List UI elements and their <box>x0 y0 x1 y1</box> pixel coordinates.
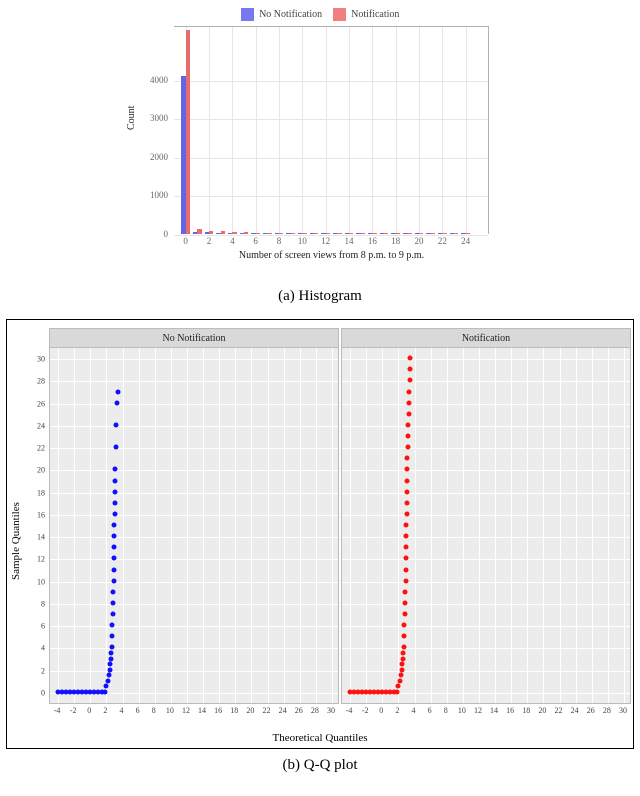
qq-point <box>403 556 408 561</box>
facet-strip-right: Notification <box>341 328 631 348</box>
histogram-legend: No Notification Notification <box>6 8 634 21</box>
qq-point <box>401 650 406 655</box>
qq-point <box>407 400 412 405</box>
qq-point <box>113 445 118 450</box>
qq-caption: (b) Q-Q plot <box>6 757 634 774</box>
qq-point <box>396 684 401 689</box>
qq-point <box>404 534 409 539</box>
qq-xticks-left: -4-2024681012141618202224262830 <box>49 704 339 722</box>
qq-point <box>401 645 406 650</box>
qq-point <box>407 389 412 394</box>
qq-point <box>110 634 115 639</box>
qq-point <box>112 545 117 550</box>
qq-point <box>111 567 116 572</box>
figure-qq: Sample Quantiles 02468101214161820222426… <box>6 319 634 774</box>
qq-point <box>404 511 409 516</box>
qq-point <box>394 689 399 694</box>
qq-point <box>408 356 413 361</box>
qq-point <box>405 467 410 472</box>
histogram-caption: (a) Histogram <box>6 288 634 305</box>
qq-y-axis-label: Sample Quantiles <box>10 502 22 580</box>
qq-point <box>400 656 405 661</box>
qq-point <box>403 578 408 583</box>
qq-point <box>404 523 409 528</box>
qq-point <box>114 422 119 427</box>
qq-point <box>406 434 411 439</box>
qq-point <box>402 612 407 617</box>
qq-point <box>107 667 112 672</box>
qq-point <box>109 645 114 650</box>
legend-item-no-notification: No Notification <box>241 8 323 21</box>
facet-strip-left: No Notification <box>49 328 339 348</box>
qq-point <box>408 367 413 372</box>
qq-xticks-right: -4-2024681012141618202224262830 <box>341 704 631 722</box>
qq-point <box>404 500 409 505</box>
qq-point <box>111 600 116 605</box>
qq-point <box>110 623 115 628</box>
qq-point <box>111 556 116 561</box>
qq-point <box>106 673 111 678</box>
qq-point <box>112 511 117 516</box>
qq-point <box>406 422 411 427</box>
qq-point <box>114 400 119 405</box>
qq-point <box>404 545 409 550</box>
legend-item-notification: Notification <box>333 8 400 21</box>
qq-point <box>404 489 409 494</box>
qq-plot-area: Sample Quantiles 02468101214161820222426… <box>6 319 634 749</box>
histogram-y-ticks: 01000200030004000 <box>136 26 174 234</box>
qq-point <box>403 600 408 605</box>
qq-point <box>115 389 120 394</box>
qq-point <box>398 678 403 683</box>
qq-point <box>406 411 411 416</box>
qq-point <box>405 445 410 450</box>
histogram-canvas <box>174 26 489 234</box>
legend-label-b: Notification <box>351 9 399 20</box>
figure-histogram: No Notification Notification Count 01000… <box>6 6 634 305</box>
qq-point <box>398 673 403 678</box>
qq-point <box>106 678 111 683</box>
qq-point <box>400 662 405 667</box>
qq-point <box>399 667 404 672</box>
qq-point <box>403 589 408 594</box>
qq-point <box>113 478 118 483</box>
qq-point <box>403 567 408 572</box>
qq-point <box>113 467 118 472</box>
qq-canvas-left <box>49 348 339 704</box>
qq-point <box>109 650 114 655</box>
histogram-plot-area: No Notification Notification Count 01000… <box>6 6 634 280</box>
qq-point <box>112 500 117 505</box>
qq-point <box>111 578 116 583</box>
legend-label-a: No Notification <box>259 9 322 20</box>
qq-point <box>407 378 412 383</box>
histogram-x-axis-label: Number of screen views from 8 p.m. to 9 … <box>174 250 489 261</box>
qq-point <box>402 623 407 628</box>
qq-point <box>405 456 410 461</box>
qq-point <box>108 656 113 661</box>
qq-facet-no-notification: No Notification -4-202468101214161820222… <box>49 328 339 724</box>
qq-point <box>112 534 117 539</box>
qq-point <box>111 589 116 594</box>
qq-point <box>104 684 109 689</box>
qq-point <box>402 634 407 639</box>
qq-canvas-right <box>341 348 631 704</box>
qq-point <box>112 489 117 494</box>
qq-point <box>112 523 117 528</box>
qq-point <box>405 478 410 483</box>
qq-x-axis-label: Theoretical Quantiles <box>7 732 633 744</box>
qq-point <box>108 662 113 667</box>
qq-point <box>110 612 115 617</box>
qq-y-ticks: 024681012141618202224262830 <box>25 348 49 704</box>
legend-swatch-red <box>333 8 346 21</box>
legend-swatch-blue <box>241 8 254 21</box>
bar-notification <box>186 30 190 234</box>
qq-facet-notification: Notification -4-202468101214161820222426… <box>341 328 631 724</box>
qq-point <box>102 689 107 694</box>
